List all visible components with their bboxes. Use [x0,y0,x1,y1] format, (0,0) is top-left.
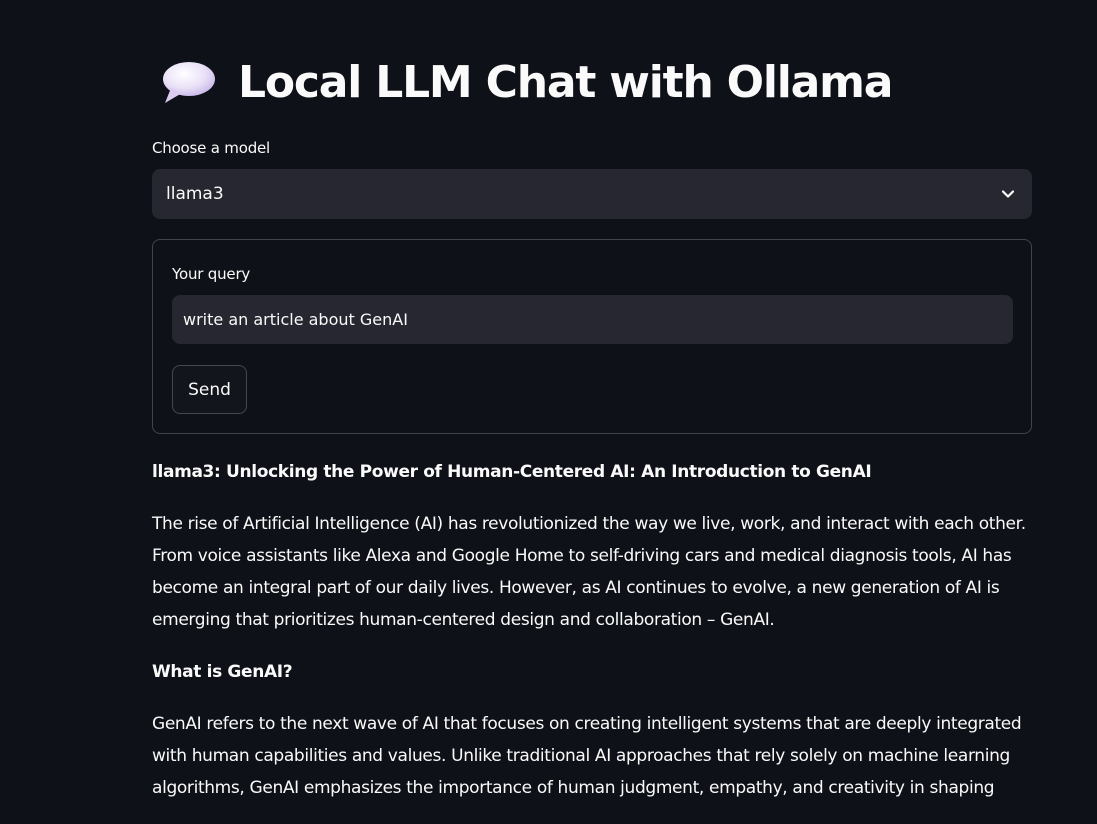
response-subheading: What is GenAI? [152,662,293,682]
chevron-down-icon[interactable] [998,184,1018,204]
response-area: llama3: Unlocking the Power of Human-Cen… [152,456,1042,824]
model-select[interactable]: llama3 [152,169,1032,219]
response-paragraph: GenAI refers to the next wave of AI that… [152,714,1022,798]
page-title: Local LLM Chat with Ollama [238,56,893,108]
speech-balloon-icon [160,58,216,106]
model-select-label: Choose a model [152,139,271,157]
model-select-value: llama3 [166,184,224,204]
query-form: Your query Send [152,239,1032,434]
query-input[interactable] [172,295,1013,344]
response-paragraph: The rise of Artificial Intelligence (AI)… [152,514,1026,630]
query-label: Your query [172,265,251,283]
send-button[interactable]: Send [172,365,247,414]
page-title-row: Local LLM Chat with Ollama [160,52,893,112]
response-title: llama3: Unlocking the Power of Human-Cen… [152,462,872,482]
